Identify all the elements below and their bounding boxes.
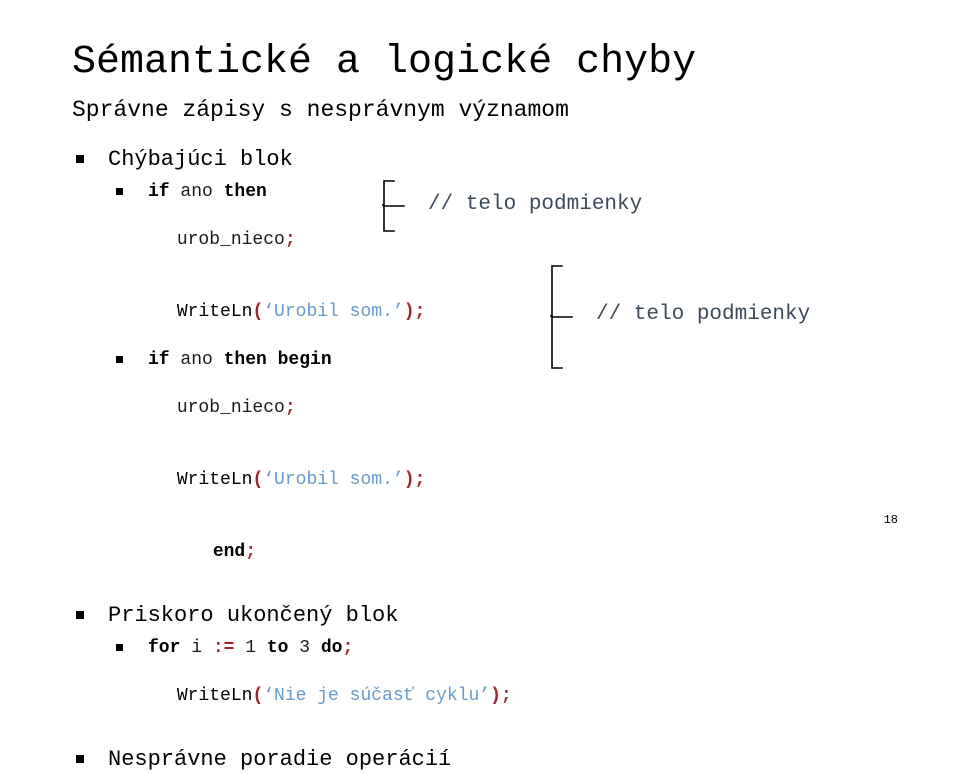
curly-brace-annotation-1 xyxy=(380,180,406,232)
bullet-early-end-block: Priskoro ukončený blok xyxy=(72,602,952,630)
square-bullet-icon xyxy=(76,611,84,619)
identifier-ano: ano xyxy=(169,182,224,202)
semicolon: ; xyxy=(414,302,426,322)
code-example-b-line2: urob_nieco; xyxy=(72,372,952,444)
curly-brace-annotation-2 xyxy=(548,265,574,369)
paren-close: ) xyxy=(403,470,415,490)
string-literal: ‘Urobil som.’ xyxy=(263,302,404,322)
page-title: Sémantické a logické chyby xyxy=(72,40,697,85)
number-one: 1 xyxy=(234,638,267,658)
identifier-i: i xyxy=(180,638,213,658)
bullet-label: Chýbajúci blok xyxy=(108,147,293,172)
slide-number: 18 xyxy=(883,513,898,527)
slide-body: Chýbajúci blok if ano then urob_nieco; W… xyxy=(72,146,952,774)
code-example-a-line3: WriteLn(‘Urobil som.’); xyxy=(72,276,952,348)
bullet-wrong-order: Nesprávne poradie operácií xyxy=(72,746,952,774)
square-bullet-icon xyxy=(116,188,123,195)
keyword-end: end xyxy=(212,542,246,562)
paren-close: ) xyxy=(403,302,415,322)
semicolon: ; xyxy=(245,542,257,562)
paren-open: ( xyxy=(252,302,264,322)
annotation-comment-2: // telo podmienky xyxy=(596,303,811,326)
square-bullet-icon xyxy=(76,155,84,163)
identifier-ano: ano xyxy=(169,350,224,370)
square-bullet-icon xyxy=(116,356,123,363)
semicolon: ; xyxy=(284,230,296,250)
string-literal: ‘Nie je súčasť cyklu’ xyxy=(263,686,491,706)
number-three: 3 xyxy=(288,638,321,658)
keyword-then-begin: then begin xyxy=(223,350,332,370)
keyword-for: for xyxy=(148,638,181,658)
slide: Sémantické a logické chyby Správne zápis… xyxy=(0,0,960,772)
paren-open: ( xyxy=(252,686,264,706)
keyword-to: to xyxy=(266,638,289,658)
semicolon: ; xyxy=(284,398,296,418)
semicolon: ; xyxy=(342,638,354,658)
keyword-if: if xyxy=(148,182,170,202)
function-writeln: WriteLn xyxy=(176,470,253,490)
code-example-b-line3: WriteLn(‘Urobil som.’); xyxy=(72,444,952,516)
bullet-missing-block: Chýbajúci blok xyxy=(72,146,952,174)
identifier-urob-nieco: urob_nieco xyxy=(176,230,285,250)
square-bullet-icon xyxy=(76,755,84,763)
semicolon: ; xyxy=(414,470,426,490)
string-literal: ‘Urobil som.’ xyxy=(263,470,404,490)
keyword-if: if xyxy=(148,350,170,370)
bullet-label: Priskoro ukončený blok xyxy=(108,603,399,628)
keyword-then: then xyxy=(223,182,267,202)
function-writeln: WriteLn xyxy=(176,686,253,706)
square-bullet-icon xyxy=(116,644,123,651)
semicolon: ; xyxy=(500,686,512,706)
assign-operator: := xyxy=(212,638,235,658)
code-example-b-line1: if ano then begin xyxy=(72,348,952,372)
function-writeln: WriteLn xyxy=(176,302,253,322)
title-block: Sémantické a logické chyby Správne zápis… xyxy=(72,40,902,125)
keyword-do: do xyxy=(320,638,343,658)
paren-close: ) xyxy=(490,686,501,706)
code-example-b-line4: end; xyxy=(72,516,952,588)
paren-open: ( xyxy=(252,470,264,490)
bullet-label: Nesprávne poradie operácií xyxy=(108,747,452,772)
code-example-c-line1: for i := 1 to 3 do; xyxy=(72,636,952,660)
annotation-comment-1: // telo podmienky xyxy=(428,193,643,216)
identifier-urob-nieco: urob_nieco xyxy=(176,398,285,418)
page-subtitle: Správne zápisy s nesprávnym významom xyxy=(72,97,569,123)
code-example-c-line2: WriteLn(‘Nie je súčasť cyklu’); xyxy=(72,660,952,732)
